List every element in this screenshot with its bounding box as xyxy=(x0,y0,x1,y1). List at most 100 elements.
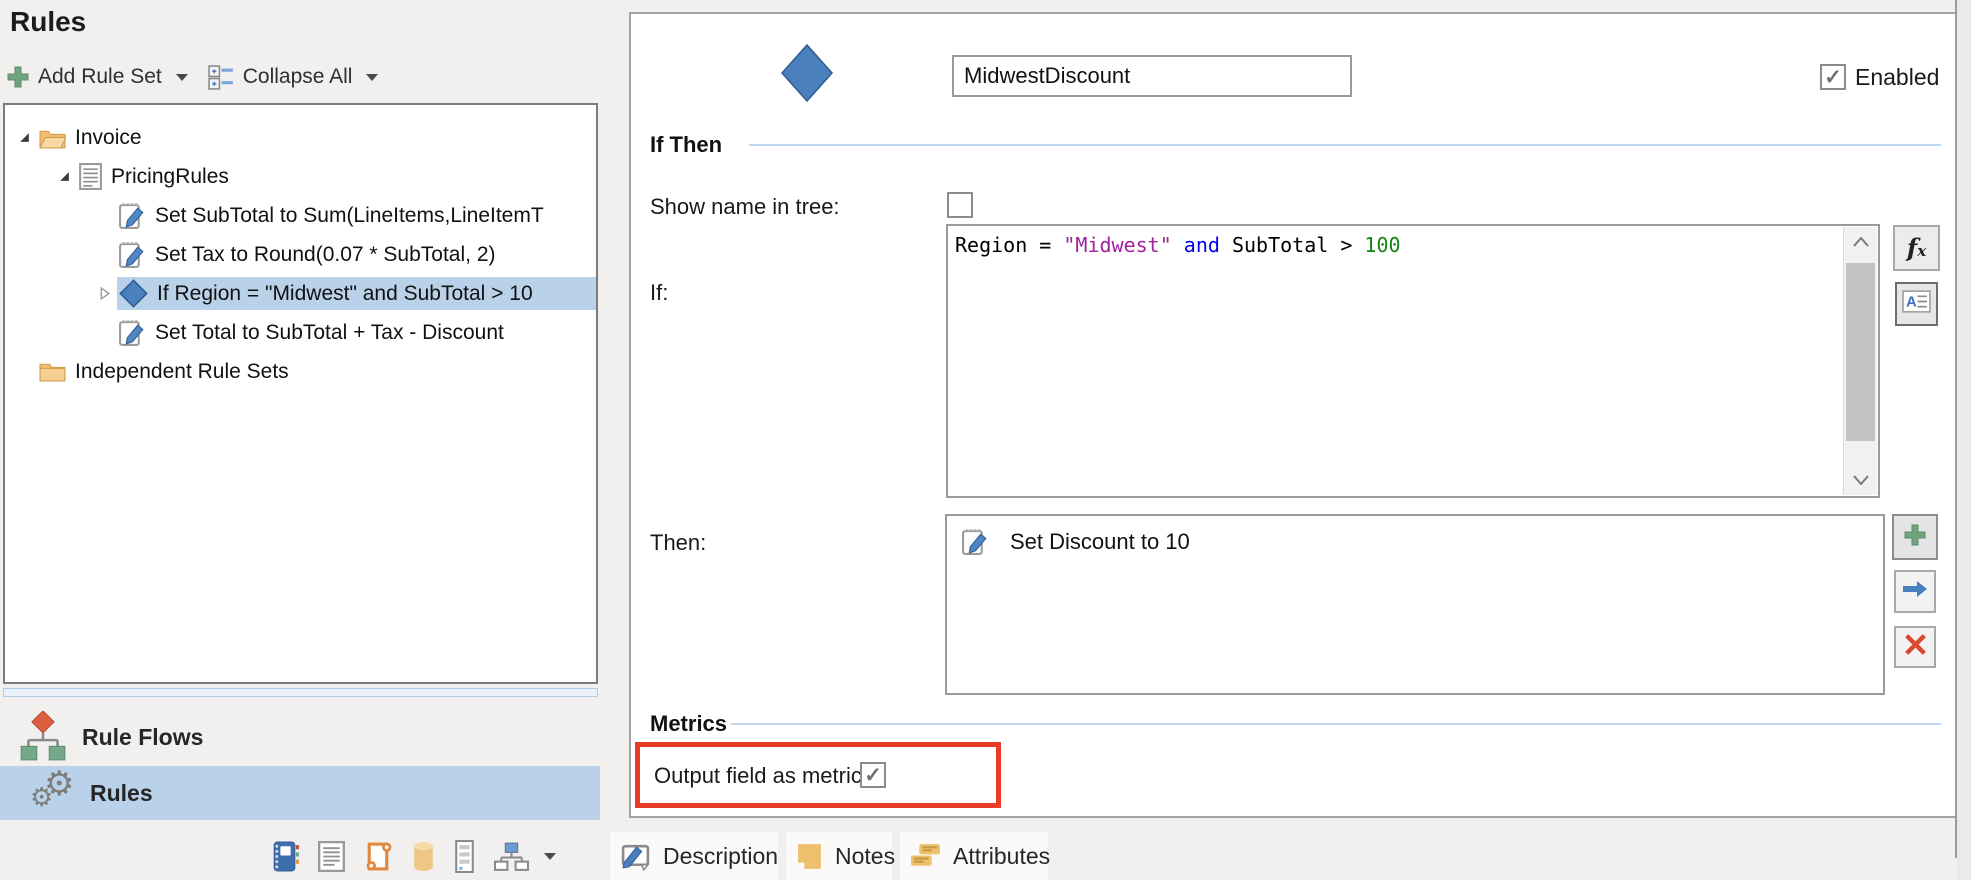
action-rule-icon xyxy=(119,318,146,347)
x-icon xyxy=(1902,631,1929,663)
delete-action-button[interactable] xyxy=(1894,626,1936,668)
tree-item-content[interactable]: If Region = "Midwest" and SubTotal > 10 xyxy=(117,277,596,310)
page-title: Rules xyxy=(10,6,86,38)
section-divider-line xyxy=(731,723,1941,725)
code-token-number: 100 xyxy=(1364,233,1400,257)
svg-text:A: A xyxy=(1906,295,1917,311)
output-metric-label: Output field as metric: xyxy=(654,763,868,789)
scrollbar-thumb[interactable] xyxy=(1846,263,1875,441)
nav-item-rules[interactable]: ⚙⚙ Rules xyxy=(0,766,600,820)
tree-item-label: Independent Rule Sets xyxy=(75,360,289,384)
enabled-label: Enabled xyxy=(1855,64,1939,90)
tree-item[interactable]: If Region = "Midwest" and SubTotal > 10 xyxy=(5,274,596,313)
document-icon[interactable] xyxy=(318,841,345,872)
indent-action-button[interactable] xyxy=(1894,570,1936,613)
then-action-label: Set Discount to 10 xyxy=(1010,529,1190,555)
tree-item-content[interactable]: Independent Rule Sets xyxy=(37,355,596,388)
tree-item-label: Invoice xyxy=(75,126,142,150)
action-rule-icon xyxy=(962,527,989,556)
bottom-icon-toolbar xyxy=(270,836,556,876)
tree-item-content[interactable]: Invoice xyxy=(37,121,596,154)
show-name-checkbox[interactable] xyxy=(947,192,973,218)
chevron-down-icon[interactable] xyxy=(176,74,188,81)
rule-detail-panel: MidwestDiscount ✓ Enabled If Then Show n… xyxy=(629,12,1957,818)
blue-diamond-icon xyxy=(119,279,148,308)
plus-icon xyxy=(6,65,30,89)
output-metric-checkbox[interactable]: ✓ xyxy=(860,762,886,788)
formula-editor-button[interactable]: fx xyxy=(1893,225,1940,271)
tree-item-label: Set SubTotal to Sum(LineItems,LineItemT xyxy=(155,204,544,228)
code-token-plain xyxy=(1172,233,1184,257)
notebook-icon[interactable] xyxy=(270,840,299,873)
tree-item-content[interactable]: Set Total to SubTotal + Tax - Discount xyxy=(117,316,596,349)
description-note-icon xyxy=(620,842,651,871)
action-rule-icon xyxy=(119,201,146,230)
folder-open-icon xyxy=(39,126,66,149)
expander-expanded-icon[interactable] xyxy=(51,170,77,183)
gears-icon: ⚙⚙ xyxy=(30,770,82,816)
tree-item[interactable]: Independent Rule Sets xyxy=(5,352,596,391)
ruleset-doc-icon xyxy=(79,163,102,190)
sticky-note-icon xyxy=(796,842,823,871)
tree-item[interactable]: Set SubTotal to Sum(LineItems,LineItemT xyxy=(5,196,596,235)
add-action-button[interactable] xyxy=(1892,514,1938,560)
then-actions-list[interactable]: Set Discount to 10 xyxy=(945,514,1885,695)
collapse-all-button[interactable]: Collapse All xyxy=(202,62,385,93)
tree-horizontal-scrollbar[interactable] xyxy=(3,688,598,697)
collapse-all-icon xyxy=(208,64,235,91)
nav-label: Rules xyxy=(90,780,153,807)
enabled-checkbox[interactable]: ✓ xyxy=(1820,64,1846,90)
tab-description[interactable]: Description xyxy=(610,832,778,880)
tree-item-content[interactable]: PricingRules xyxy=(77,160,596,193)
vertical-scrollbar[interactable] xyxy=(1843,227,1877,495)
text-view-button[interactable]: A xyxy=(1895,282,1938,326)
then-label: Then: xyxy=(650,530,706,556)
tree-item-content[interactable]: Set SubTotal to Sum(LineItems,LineItemT xyxy=(117,199,596,232)
scroll-up-icon[interactable] xyxy=(1844,227,1877,257)
rule-flows-icon xyxy=(20,711,66,763)
collapse-all-label: Collapse All xyxy=(243,65,353,89)
action-rule-icon xyxy=(119,240,146,269)
add-rule-set-label: Add Rule Set xyxy=(38,65,162,89)
tab-attributes[interactable]: Attributes xyxy=(900,832,1048,880)
dropdown-caret-icon[interactable] xyxy=(544,853,556,860)
add-rule-set-button[interactable]: Add Rule Set xyxy=(0,63,194,91)
chevron-down-icon[interactable] xyxy=(366,74,378,81)
rule-name-input[interactable]: MidwestDiscount xyxy=(952,55,1352,97)
then-action-item[interactable]: Set Discount to 10 xyxy=(947,516,1883,556)
scroll-icon[interactable] xyxy=(364,840,393,873)
expander-expanded-icon[interactable] xyxy=(11,131,37,144)
database-cylinder-icon[interactable] xyxy=(412,841,435,872)
expander-collapsed-icon[interactable] xyxy=(91,287,117,300)
tree-item[interactable]: PricingRules xyxy=(5,157,596,196)
scroll-down-icon[interactable] xyxy=(1844,465,1877,495)
code-token-plain: SubTotal > xyxy=(1220,233,1365,257)
text-lines-icon: A xyxy=(1902,290,1931,318)
code-token-keyword: and xyxy=(1184,233,1220,257)
rule-diamond-icon xyxy=(781,44,833,107)
tree-item[interactable]: Set Total to SubTotal + Tax - Discount xyxy=(5,313,596,352)
tree-item-label: PricingRules xyxy=(111,165,229,189)
tree-item-label: If Region = "Midwest" and SubTotal > 10 xyxy=(157,282,533,306)
right-margin xyxy=(1957,0,1971,880)
section-divider-line xyxy=(749,144,1941,146)
code-token-string: "Midwest" xyxy=(1063,233,1171,257)
rules-tree: Invoice PricingRules Set SubTotal to Sum(L… xyxy=(3,103,598,684)
tab-label: Notes xyxy=(835,843,895,870)
nav-item-rule-flows[interactable]: Rule Flows xyxy=(0,710,600,764)
if-label: If: xyxy=(650,280,668,306)
tree-item[interactable]: Invoice xyxy=(5,118,596,157)
server-icon[interactable] xyxy=(454,840,475,873)
rule-name-value: MidwestDiscount xyxy=(964,63,1130,89)
rules-editor-window: Rules Add Rule Set Collapse All Invoice P… xyxy=(0,0,1971,880)
arrow-right-icon xyxy=(1901,579,1929,604)
tree-item[interactable]: Set Tax to Round(0.07 * SubTotal, 2) xyxy=(5,235,596,274)
tab-label: Attributes xyxy=(953,843,1050,870)
left-toolbar: Add Rule Set Collapse All xyxy=(0,58,384,96)
org-chart-icon[interactable] xyxy=(494,842,529,871)
tree-item-label: Set Total to SubTotal + Tax - Discount xyxy=(155,321,504,345)
tree-item-content[interactable]: Set Tax to Round(0.07 * SubTotal, 2) xyxy=(117,238,596,271)
tab-notes[interactable]: Notes xyxy=(786,832,892,880)
condition-editor[interactable]: Region = "Midwest" and SubTotal > 100 xyxy=(946,224,1880,498)
plus-icon xyxy=(1903,523,1927,552)
